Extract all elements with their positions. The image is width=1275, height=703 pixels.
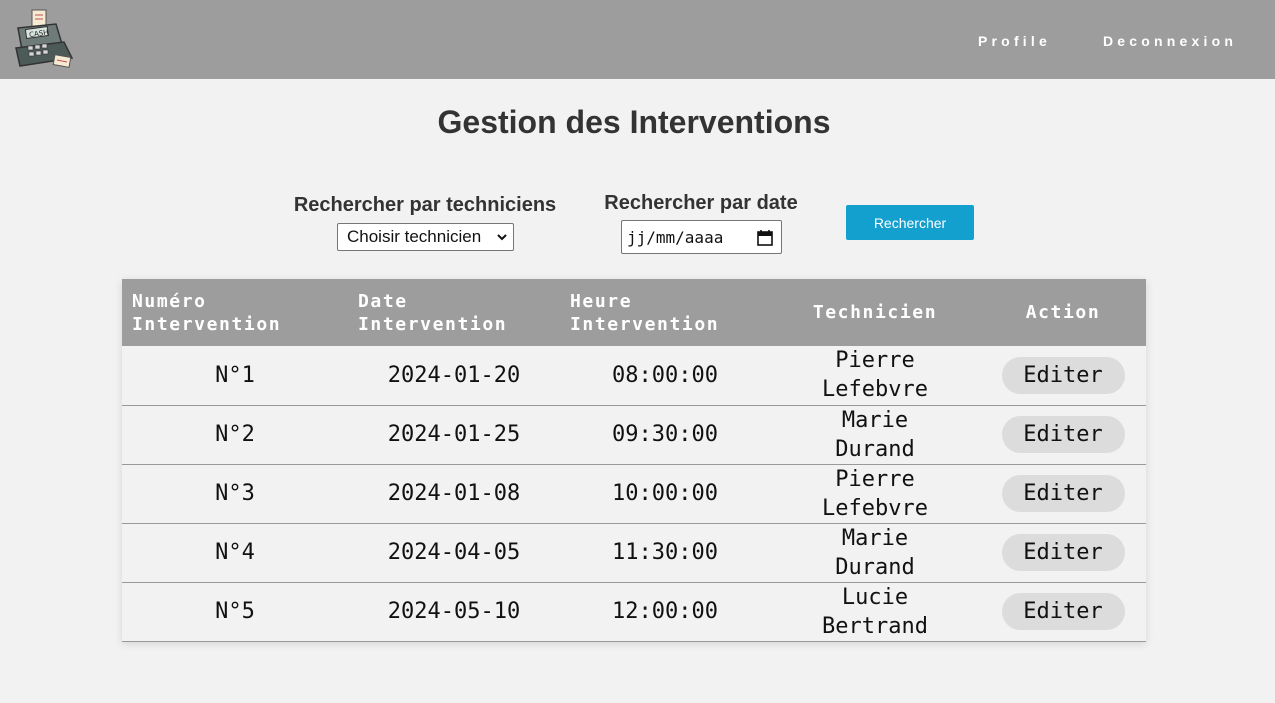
interventions-table: Numéro Intervention Date Intervention He… — [122, 279, 1146, 642]
header-date-line2: Intervention — [358, 313, 508, 335]
header-date-line1: Date — [358, 290, 408, 312]
cell-action: Editer — [980, 523, 1146, 582]
tech-first-name: Lucie — [841, 584, 909, 610]
cell-heure: 12:00:00 — [612, 599, 718, 624]
cell-numero: N°5 — [215, 599, 255, 624]
header-date-intervention[interactable]: Date Intervention — [348, 279, 560, 346]
header-heure-intervention[interactable]: Heure Intervention — [560, 279, 770, 346]
search-button[interactable]: Rechercher — [846, 205, 974, 240]
tech-first-name: Marie — [841, 407, 909, 433]
edit-button[interactable]: Editer — [1001, 416, 1125, 453]
table-header-row: Numéro Intervention Date Intervention He… — [122, 279, 1146, 346]
cell-date: 2024-04-05 — [387, 540, 521, 565]
tech-first-name: Pierre — [835, 348, 915, 374]
cash-register-logo-icon[interactable]: CASH — [12, 8, 78, 70]
edit-button[interactable]: Editer — [1001, 593, 1125, 630]
header-action: Action — [1025, 302, 1101, 323]
cell-date: 2024-01-08 — [387, 481, 521, 506]
tech-last-name: Lefebvre — [822, 495, 928, 521]
cell-numero: N°3 — [215, 481, 255, 506]
cell-technicien: Pierre Lefebvre — [770, 346, 980, 405]
cell-date: 2024-01-25 — [387, 422, 521, 447]
date-filter-label: Rechercher par date — [604, 192, 798, 214]
table-row: N°1 2024-01-20 08:00:00 Pierre Lefebvre E… — [122, 346, 1146, 405]
cell-action: Editer — [980, 464, 1146, 523]
header-numero-line2: Intervention — [132, 313, 282, 335]
table-row: N°3 2024-01-08 10:00:00 Pierre Lefebvre E… — [122, 464, 1146, 523]
cell-heure: 08:00:00 — [612, 362, 718, 388]
edit-button[interactable]: Editer — [1001, 534, 1125, 571]
header-heure-line2: Intervention — [570, 313, 720, 335]
tech-last-name: Bertrand — [822, 613, 928, 639]
cell-technicien: Lucie Bertrand — [770, 582, 980, 641]
header-numero-intervention[interactable]: Numéro Intervention — [122, 279, 348, 346]
cell-numero: N°4 — [215, 540, 255, 565]
page-title: Gestion des Interventions — [437, 104, 831, 140]
tech-first-name: Pierre — [835, 466, 915, 492]
cell-date: 2024-01-20 — [387, 362, 521, 388]
cell-heure: 10:00:00 — [612, 481, 718, 506]
table-row: N°5 2024-05-10 12:00:00 Lucie Bertrand Ed… — [122, 582, 1146, 641]
cell-action: Editer — [980, 346, 1146, 405]
cell-technicien: Marie Durand — [770, 405, 980, 464]
chevron-down-icon — [497, 234, 507, 241]
technician-filter-label: Rechercher par techniciens — [293, 194, 557, 216]
cell-technicien: Pierre Lefebvre — [770, 464, 980, 523]
nav-link-logout[interactable]: Deconnexion — [1103, 33, 1237, 49]
tech-last-name: Durand — [835, 436, 915, 462]
tech-last-name: Lefebvre — [822, 377, 928, 403]
table-row: N°2 2024-01-25 09:30:00 Marie Durand Edit… — [122, 405, 1146, 464]
nav-link-profile[interactable]: Profile — [978, 33, 1051, 49]
cell-numero: N°1 — [215, 362, 255, 388]
header-technicien[interactable]: Technicien — [770, 279, 980, 346]
cell-technicien: Marie Durand — [770, 523, 980, 582]
date-input[interactable]: jj/mm/aaaa — [621, 220, 782, 254]
date-input-placeholder: jj/mm/aaaa — [627, 227, 724, 247]
technician-select-value: Choisir technicien — [347, 227, 482, 246]
cell-heure: 11:30:00 — [612, 540, 718, 565]
tech-last-name: Durand — [835, 554, 915, 580]
header-numero-line1: Numéro — [132, 290, 207, 312]
cell-action: Editer — [980, 405, 1146, 464]
edit-button[interactable]: Editer — [1001, 475, 1125, 512]
header-heure-line1: Heure — [570, 290, 633, 312]
technician-select[interactable]: Choisir technicien — [337, 223, 514, 251]
cell-numero: N°2 — [215, 422, 255, 447]
cell-date: 2024-05-10 — [387, 599, 521, 624]
cell-action: Editer — [980, 582, 1146, 641]
tech-first-name: Marie — [841, 525, 909, 551]
top-navbar: CASH Profile Deconnexion — [0, 0, 1275, 79]
table-row: N°4 2024-04-05 11:30:00 Marie Durand Edit… — [122, 523, 1146, 582]
edit-button[interactable]: Editer — [1001, 356, 1125, 394]
calendar-icon[interactable] — [757, 230, 773, 246]
cell-heure: 09:30:00 — [612, 422, 718, 447]
